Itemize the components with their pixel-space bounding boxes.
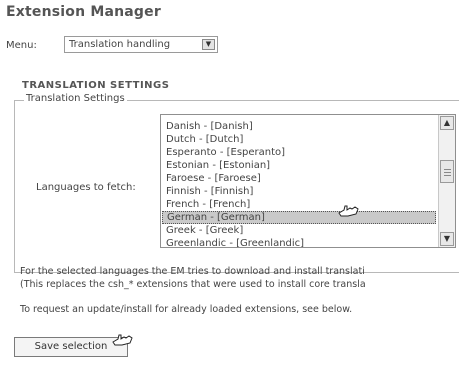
list-item[interactable]: Danish - [Danish] [166, 120, 253, 133]
section-heading: TRANSLATION SETTINGS [22, 80, 170, 91]
list-item[interactable]: Dutch - [Dutch] [166, 133, 243, 146]
list-item[interactable]: French - [French] [166, 198, 250, 211]
info-line-1: For the selected languages the EM tries … [20, 266, 365, 277]
languages-to-fetch-label: Languages to fetch: [36, 182, 136, 193]
listbox-scrollbar[interactable]: ▲ ▼ [438, 115, 455, 247]
info-line-2: (This replaces the csh_* extensions that… [20, 279, 366, 290]
chevron-up-icon[interactable]: ▲ [440, 116, 454, 130]
page-title: Extension Manager [6, 4, 161, 20]
chevron-down-icon[interactable]: ▼ [440, 232, 454, 246]
list-item[interactable]: Greek - [Greek] [166, 224, 243, 237]
menu-label: Menu: [6, 40, 37, 51]
menu-select[interactable]: Translation handling ▼ [64, 36, 218, 53]
languages-listbox[interactable]: Danish - [Danish] Dutch - [Dutch] Espera… [160, 114, 456, 248]
hand-pointer-icon [112, 334, 133, 346]
fieldset-legend: Translation Settings [24, 93, 127, 104]
list-item[interactable]: Greenlandic - [Greenlandic] [166, 237, 304, 247]
list-item[interactable]: Faroese - [Faroese] [166, 172, 261, 185]
scrollbar-thumb[interactable] [440, 160, 454, 183]
list-item-selected[interactable]: German - [German] [162, 211, 436, 224]
list-item[interactable]: Esperanto - [Esperanto] [166, 146, 285, 159]
info-line-3: To request an update/install for already… [20, 304, 353, 315]
menu-select-value: Translation handling [69, 39, 171, 50]
save-selection-button[interactable]: Save selection [14, 337, 128, 357]
list-item[interactable]: Finnish - [Finnish] [166, 185, 253, 198]
hand-pointer-icon [338, 205, 359, 217]
chevron-down-icon[interactable]: ▼ [202, 39, 215, 50]
list-item[interactable]: Estonian - [Estonian] [166, 159, 270, 172]
